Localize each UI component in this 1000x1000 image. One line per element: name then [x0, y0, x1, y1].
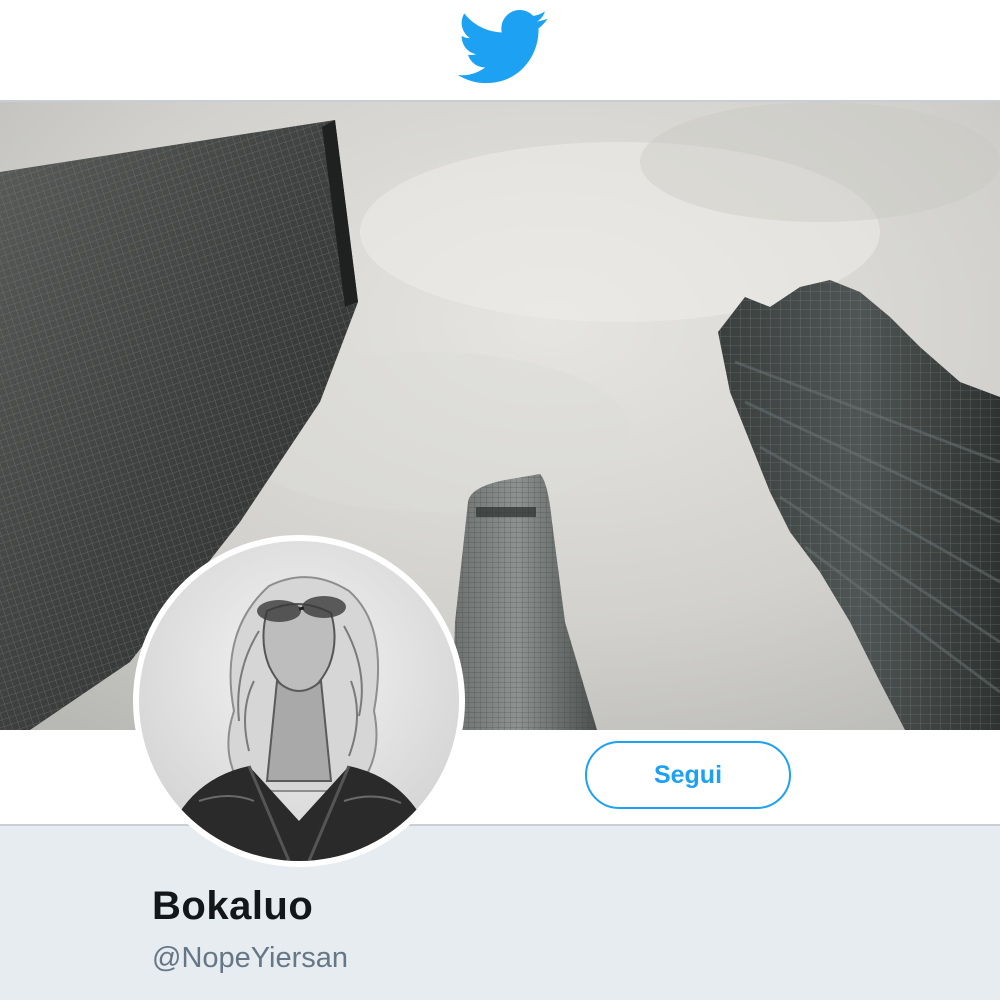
- profile-display-name: Bokaluo: [152, 884, 314, 928]
- profile-photo: [139, 541, 459, 861]
- twitter-bird-icon[interactable]: [458, 10, 550, 85]
- avatar[interactable]: [133, 535, 465, 867]
- top-bar: [0, 0, 1000, 102]
- follow-button[interactable]: Segui: [585, 741, 791, 809]
- profile-handle[interactable]: @NopeYiersan: [152, 942, 348, 975]
